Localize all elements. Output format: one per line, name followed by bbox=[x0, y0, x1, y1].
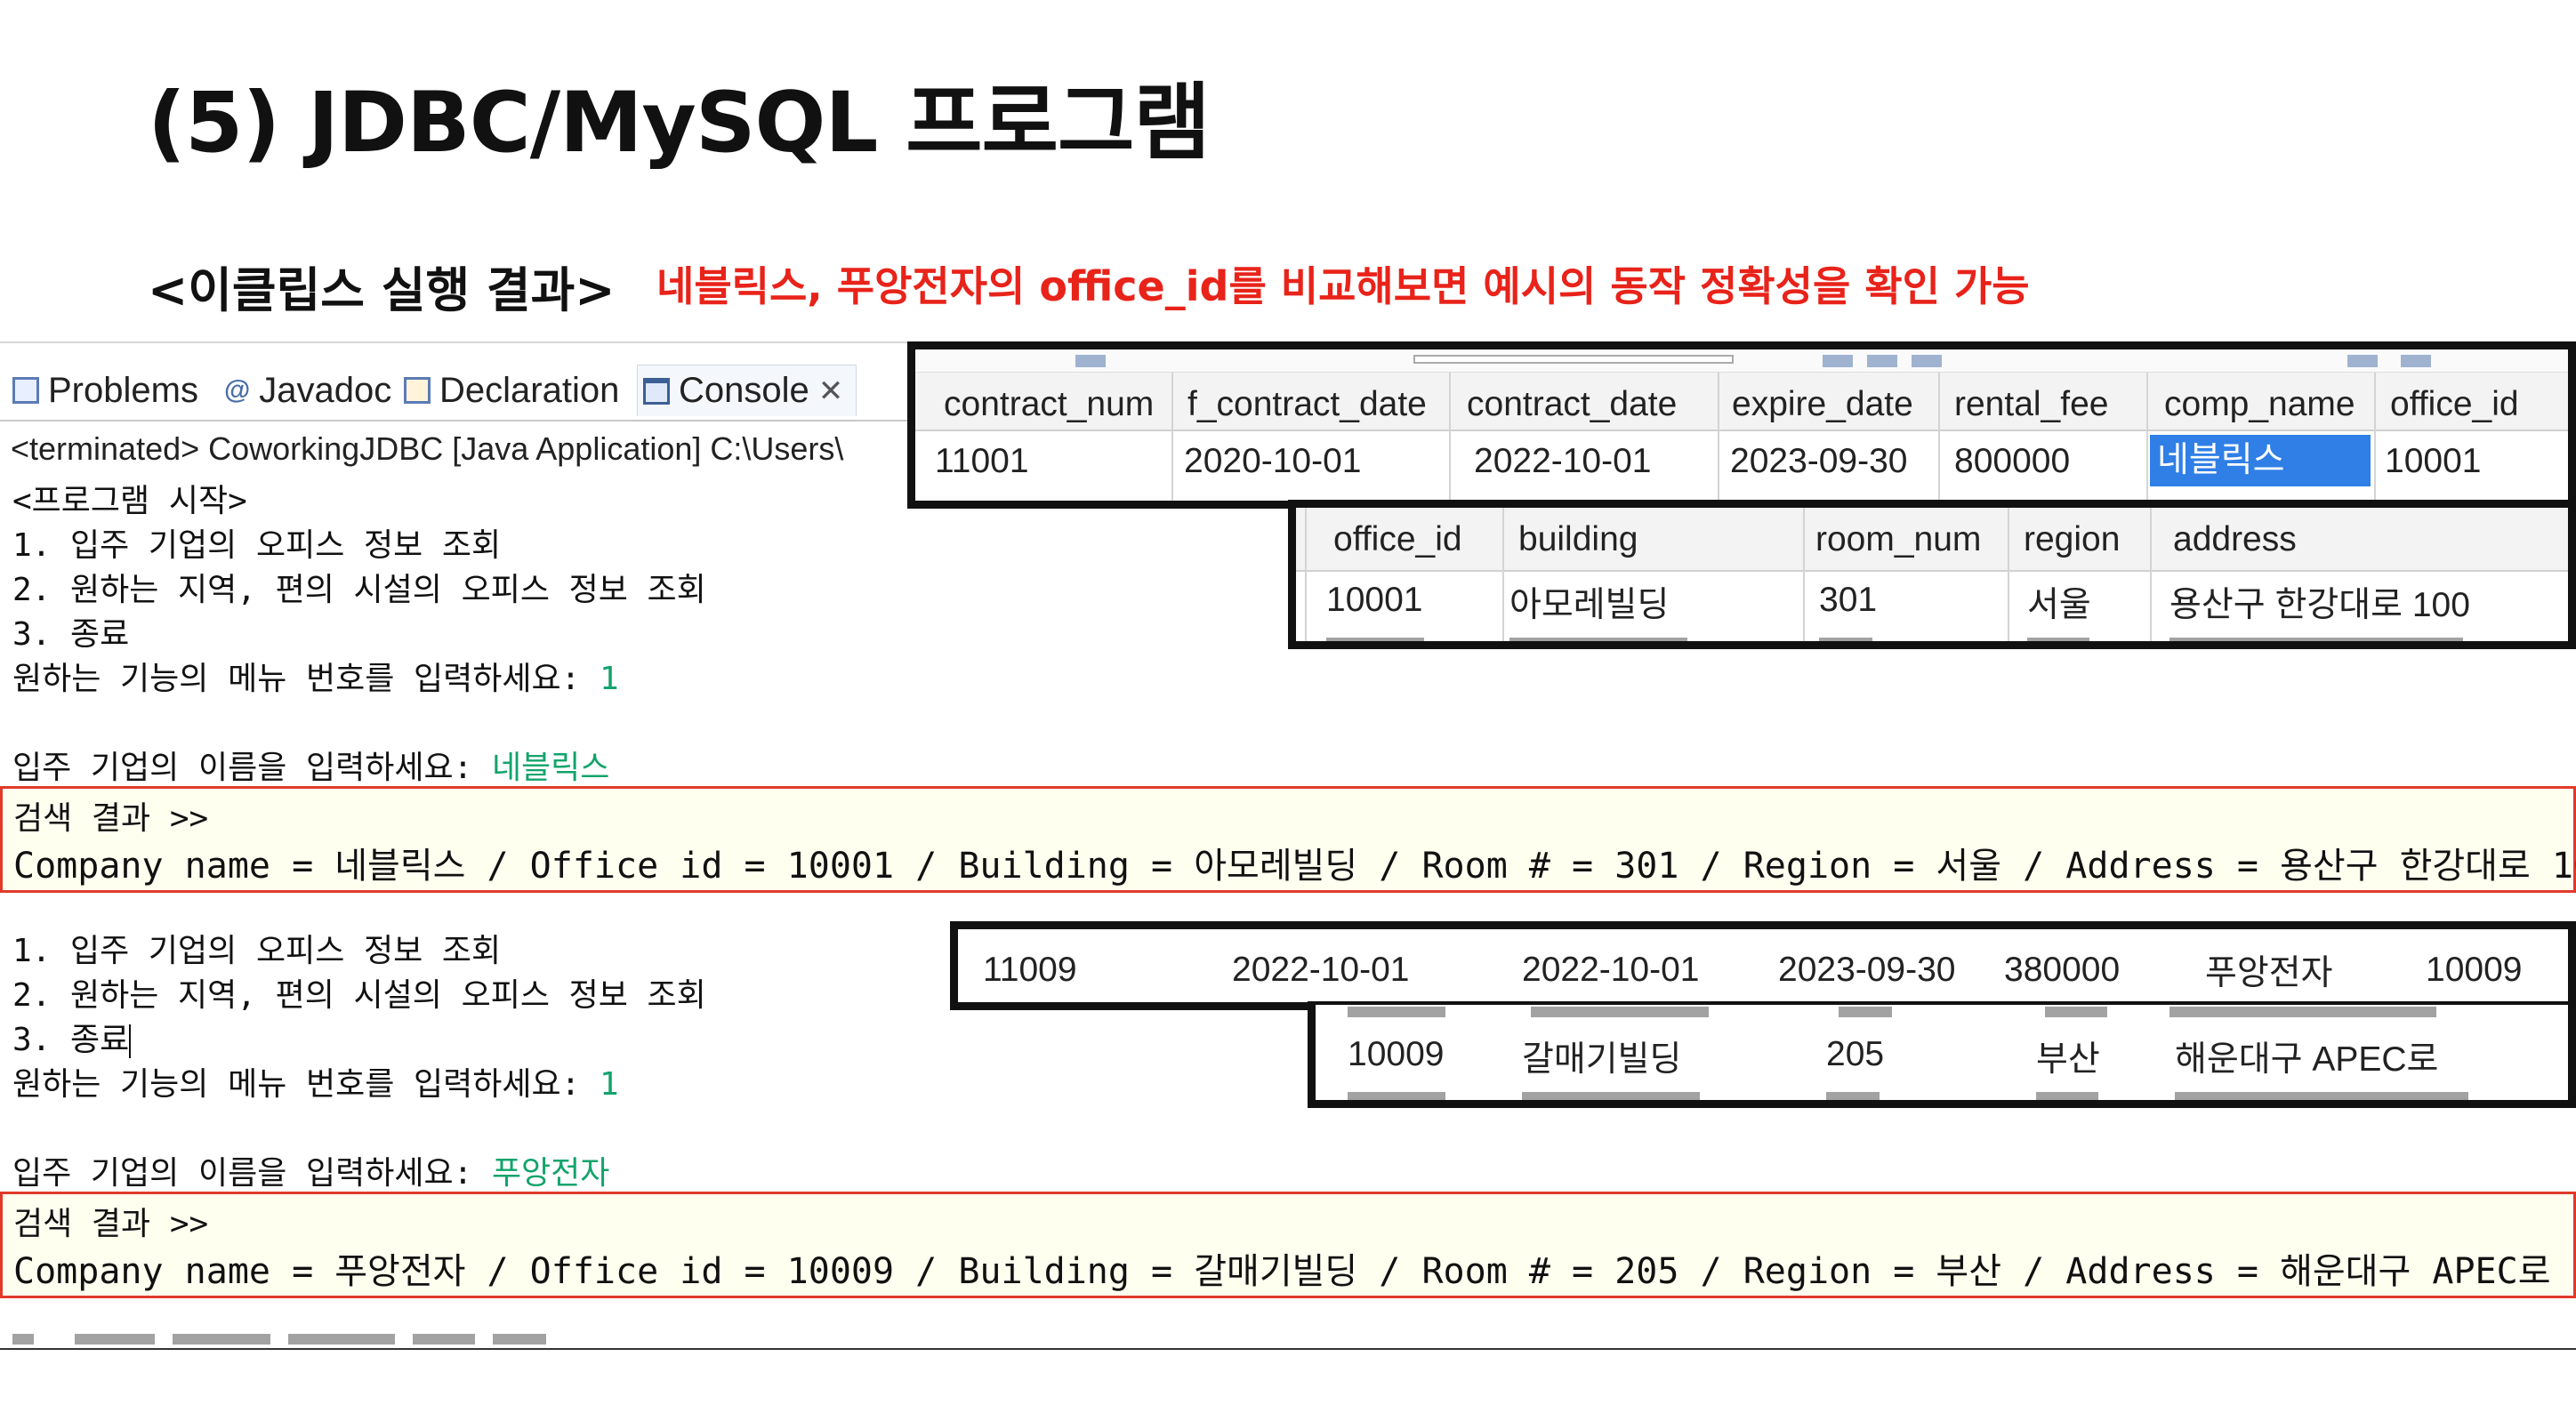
console-company-prompt: 입주 기업의 이름을 입력하세요: 네블릭스 bbox=[12, 742, 609, 788]
console-menu-item-1: 1. 입주 기업의 오피스 정보 조회 bbox=[12, 933, 502, 969]
slide-note: 네블릭스, 푸앙전자의 office_id를 비교해보면 예시의 동작 정확성을… bbox=[656, 262, 2030, 310]
table-cell: 800000 bbox=[1954, 442, 2071, 480]
column-header: expire_date bbox=[1732, 385, 1913, 423]
column-header: rental_fee bbox=[1954, 385, 2109, 423]
tab-declaration[interactable]: Declaration bbox=[404, 365, 619, 416]
prompt-text: 입주 기업의 이름을 입력하세요: bbox=[12, 1155, 492, 1192]
tab-label: Declaration bbox=[439, 370, 620, 410]
column-header: room_num bbox=[1815, 520, 1982, 558]
declaration-icon bbox=[404, 377, 431, 404]
office-table-overlay-1: office_id building room_num region addre… bbox=[1288, 500, 2576, 649]
console-menu-prompt: 원하는 기능의 메뉴 번호를 입력하세요: 1 bbox=[12, 653, 619, 699]
problems-icon bbox=[12, 377, 39, 404]
console-icon bbox=[643, 377, 670, 405]
table-cell: 2023-09-30 bbox=[1730, 442, 1908, 480]
table-cell: 11009 bbox=[983, 951, 1077, 989]
user-input: 네블릭스 bbox=[491, 750, 610, 786]
column-header: f_contract_date bbox=[1187, 385, 1427, 423]
result-header: 검색 결과 >> bbox=[13, 1206, 209, 1242]
prompt-text: 원하는 기능의 메뉴 번호를 입력하세요: bbox=[12, 1066, 600, 1103]
tab-label: Console bbox=[679, 371, 809, 410]
console-status: <terminated> CoworkingJDBC [Java Applica… bbox=[11, 430, 844, 467]
table-cell: 2022-10-01 bbox=[1522, 951, 1700, 989]
table-cell: 2022-10-01 bbox=[1232, 951, 1410, 989]
console-menu-item-2: 2. 원하는 지역, 편의 시설의 오피스 정보 조회 bbox=[12, 572, 706, 608]
cropped-row bbox=[1296, 638, 2568, 641]
table-cell: 2023-09-30 bbox=[1778, 951, 1956, 989]
tab-label: Javadoc bbox=[259, 370, 392, 410]
table-cell: 380000 bbox=[2004, 951, 2121, 989]
table-cell: 10001 bbox=[2385, 442, 2482, 480]
prompt-text: 원하는 기능의 메뉴 번호를 입력하세요: bbox=[12, 661, 600, 697]
console-menu-item-3: 3. 종료 bbox=[12, 1014, 132, 1060]
slide-title: (5) JDBC/MySQL 프로그램 bbox=[148, 75, 1211, 172]
javadoc-icon: @ bbox=[224, 375, 251, 405]
tab-console[interactable]: Console ✕ bbox=[637, 365, 857, 416]
close-icon[interactable]: ✕ bbox=[818, 373, 844, 409]
text-cursor bbox=[129, 1024, 132, 1058]
result-line: Company name = 푸앙전자 / Office id = 10009 … bbox=[13, 1251, 2551, 1292]
table-cell: 부산 bbox=[2036, 1040, 2100, 1079]
table-cell: 11001 bbox=[935, 442, 1029, 480]
console-bottom-border bbox=[0, 1348, 2576, 1350]
cropped-row bbox=[1316, 1092, 2568, 1100]
column-header: office_id bbox=[2390, 385, 2519, 423]
column-header: comp_name bbox=[2164, 385, 2355, 423]
column-header: building bbox=[1518, 520, 1638, 558]
cropped-console-line bbox=[12, 1334, 546, 1346]
table-cell: 용산구 한강대로 100 bbox=[2169, 586, 2470, 624]
tab-javadoc[interactable]: @ Javadoc bbox=[224, 365, 391, 416]
column-header: region bbox=[2024, 520, 2121, 558]
console-company-prompt: 입주 기업의 이름을 입력하세요: 푸앙전자 bbox=[12, 1147, 609, 1193]
contract-table-overlay-1: contract_num f_contract_date contract_da… bbox=[907, 341, 2576, 509]
search-result-box-1: 검색 결과 >> Company name = 네블릭스 / Office id… bbox=[0, 786, 2576, 893]
user-input: 1 bbox=[599, 661, 619, 697]
tab-label: Problems bbox=[48, 370, 198, 410]
office-table-overlay-2: 10009 갈매기빌딩 205 부산 해운대구 APEC로 bbox=[1308, 1001, 2576, 1108]
table-cell: 301 bbox=[1819, 581, 1878, 619]
column-header: address bbox=[2173, 520, 2297, 558]
table-cell: 아모레빌딩 bbox=[1509, 586, 1670, 624]
table-cell: 2022-10-01 bbox=[1474, 442, 1652, 480]
result-line: Company name = 네블릭스 / Office id = 10001 … bbox=[13, 846, 2576, 887]
console-menu-item-3: 3. 종료 bbox=[12, 616, 130, 653]
table-cell: 10009 bbox=[2426, 951, 2523, 989]
console-menu-prompt: 원하는 기능의 메뉴 번호를 입력하세요: 1 bbox=[12, 1058, 619, 1104]
user-input: 푸앙전자 bbox=[491, 1155, 610, 1192]
search-result-box-2: 검색 결과 >> Company name = 푸앙전자 / Office id… bbox=[0, 1192, 2576, 1298]
table-cell: 10001 bbox=[1326, 581, 1423, 619]
table-cell: 205 bbox=[1826, 1035, 1885, 1073]
cropped-row bbox=[1316, 1007, 2568, 1019]
contract-table-overlay-2: 11009 2022-10-01 2022-10-01 2023-09-30 3… bbox=[950, 921, 2576, 1010]
selected-cell: 네블릭스 bbox=[2150, 435, 2371, 486]
tab-problems[interactable]: Problems bbox=[12, 365, 198, 416]
column-header: contract_num bbox=[944, 385, 1155, 423]
column-header: contract_date bbox=[1467, 385, 1678, 423]
table-cell: 푸앙전자 bbox=[2205, 954, 2333, 992]
prompt-text: 입주 기업의 이름을 입력하세요: bbox=[12, 750, 492, 786]
table-cell: 해운대구 APEC로 bbox=[2175, 1040, 2439, 1079]
slide-subtitle: <이클립스 실행 결과> bbox=[148, 262, 616, 318]
result-header: 검색 결과 >> bbox=[13, 800, 209, 837]
table-cell: 2020-10-01 bbox=[1184, 442, 1362, 480]
table-cell: 10009 bbox=[1348, 1035, 1445, 1073]
column-header: office_id bbox=[1333, 520, 1462, 558]
menu-text: 3. 종료 bbox=[12, 1022, 130, 1058]
table-cell: 갈매기빌딩 bbox=[1522, 1040, 1682, 1079]
db-toolbar bbox=[915, 349, 2568, 373]
console-menu-item-2: 2. 원하는 지역, 편의 시설의 오피스 정보 조회 bbox=[12, 977, 706, 1014]
console-line: <프로그램 시작> bbox=[12, 483, 247, 519]
user-input: 1 bbox=[599, 1066, 619, 1103]
table-cell: 서울 bbox=[2027, 586, 2091, 624]
console-menu-item-1: 1. 입주 기업의 오피스 정보 조회 bbox=[12, 527, 502, 564]
